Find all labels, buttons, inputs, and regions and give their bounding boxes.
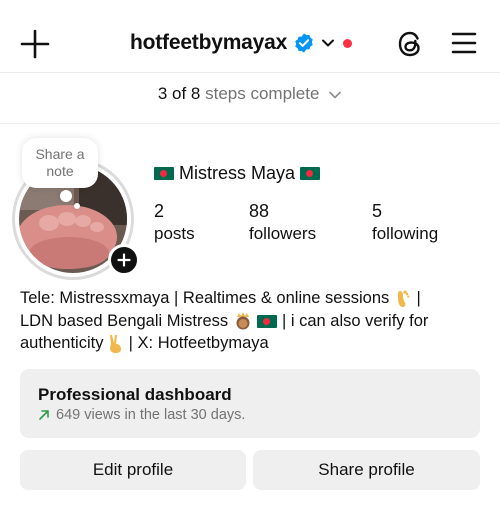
- add-story-button[interactable]: [108, 244, 140, 276]
- bio-line1-text: Tele: Mistressxmaya | Realtimes & online…: [20, 289, 390, 307]
- steps-divider: [0, 123, 500, 124]
- bangladesh-flag-icon: [154, 167, 174, 180]
- bio: Tele: Mistressxmaya | Realtimes & online…: [20, 287, 490, 355]
- hamburger-menu-icon: [451, 32, 477, 54]
- note-tail-small: [74, 203, 80, 209]
- dashboard-subtitle: 649 views in the last 30 days.: [38, 407, 245, 423]
- chevron-down-icon: [329, 91, 341, 98]
- edit-profile-label: Edit profile: [92, 460, 174, 479]
- plus-icon: [20, 29, 50, 59]
- notification-dot: [343, 38, 353, 48]
- display-name-text: Mistress Maya: [179, 163, 296, 183]
- share-note-bubble[interactable]: Share a note: [22, 138, 98, 188]
- followers-label: followers: [249, 224, 317, 243]
- bangladesh-flag-icon: [300, 167, 321, 180]
- chevron-down-icon: [322, 39, 335, 47]
- stat-following[interactable]: 5 following: [372, 201, 438, 244]
- threads-button[interactable]: [395, 29, 425, 59]
- following-label: following: [372, 224, 439, 243]
- note-tail: [60, 190, 72, 202]
- foot-emoji-icon: [397, 290, 410, 307]
- bio-line2-end: | i can also verify for: [281, 311, 429, 330]
- threads-icon: [398, 31, 420, 57]
- dashboard-views-text: 649 views in the last 30 days.: [56, 407, 246, 423]
- verified-badge-icon: [295, 33, 313, 53]
- bio-line3-text: authenticity: [20, 334, 104, 352]
- top-bar: hotfeetbymayax: [0, 0, 500, 78]
- princess-emoji-icon: [236, 312, 250, 330]
- stat-followers[interactable]: 88 followers: [249, 201, 316, 244]
- trend-up-arrow-icon: [39, 410, 49, 420]
- followers-count: 88: [249, 201, 270, 221]
- steps-count: 3 of 8: [157, 84, 201, 103]
- display-name: Mistress Maya: [154, 163, 321, 184]
- plus-icon: [117, 253, 131, 267]
- bio-line1-end: |: [416, 289, 421, 307]
- dashboard-title: Professional dashboard: [38, 385, 232, 404]
- username: hotfeetbymayax: [130, 31, 288, 54]
- bio-line2-text: LDN based Bengali Mistress: [20, 311, 229, 330]
- steps-progress[interactable]: 3 of 8 steps complete: [0, 84, 500, 110]
- note-line-2: note: [46, 163, 74, 179]
- following-count: 5: [372, 201, 383, 221]
- note-line-1: Share a: [35, 146, 85, 162]
- share-profile-button[interactable]: Share profile: [253, 450, 480, 490]
- header-divider: [0, 72, 500, 73]
- bio-line3-end: | X: Hotfeetbymaya: [128, 334, 269, 352]
- edit-profile-button[interactable]: Edit profile: [20, 450, 246, 490]
- stat-posts[interactable]: 2 posts: [154, 201, 195, 244]
- bangladesh-flag-icon: [257, 314, 278, 328]
- victory-hand-emoji-icon: [110, 334, 122, 353]
- share-profile-label: Share profile: [318, 460, 415, 479]
- professional-dashboard-card[interactable]: Professional dashboard 649 views in the …: [20, 369, 480, 438]
- posts-count: 2: [154, 201, 165, 221]
- create-button[interactable]: [18, 27, 52, 61]
- steps-label: steps complete: [205, 84, 320, 103]
- menu-button[interactable]: [450, 30, 478, 56]
- posts-label: posts: [154, 224, 195, 243]
- account-switcher[interactable]: hotfeetbymayax: [130, 28, 353, 58]
